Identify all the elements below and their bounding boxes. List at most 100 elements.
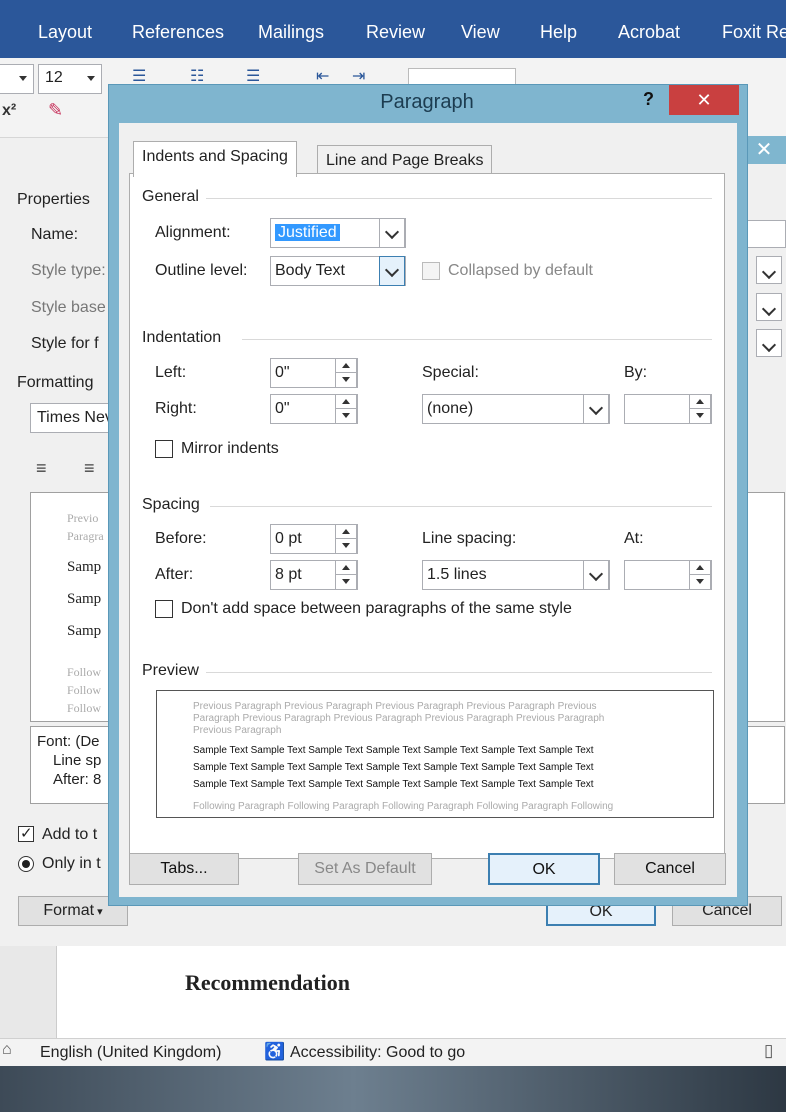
style-following-label: Style for f: [31, 335, 99, 352]
font-name-combo[interactable]: [0, 64, 34, 94]
spacing-heading: Spacing: [142, 496, 200, 513]
indent-left-label: Left:: [155, 364, 187, 381]
at-spinner[interactable]: [689, 560, 711, 590]
by-spinner[interactable]: [689, 394, 711, 424]
set-as-default-button[interactable]: Set As Default: [298, 853, 432, 885]
ribbon-tab-references[interactable]: References: [132, 22, 224, 43]
style-type-dropdown[interactable]: [756, 256, 782, 284]
style-following-dropdown[interactable]: [756, 329, 782, 357]
close-button[interactable]: ✕: [669, 85, 739, 115]
preview-sample-line: Sample Text Sample Text Sample Text Samp…: [193, 779, 594, 790]
line-spacing-select[interactable]: 1.5 lines: [422, 560, 610, 590]
spacing-after-label: After:: [155, 566, 194, 583]
align-left-icon[interactable]: ≡: [36, 458, 47, 479]
indent-left-value: 0": [275, 364, 290, 381]
preview-following-line: Following Paragraph Following Paragraph …: [193, 801, 614, 812]
spacing-after-value: 8 pt: [275, 566, 302, 583]
outline-level-select[interactable]: Body Text: [270, 256, 406, 286]
at-input[interactable]: [624, 560, 712, 590]
accessibility-icon: ♿: [264, 1042, 286, 1061]
only-in-document-radio[interactable]: [18, 856, 34, 872]
preview-sample-text: Samp: [67, 591, 102, 607]
spin-down-icon[interactable]: [336, 409, 356, 423]
spacing-after-input[interactable]: 8 pt: [270, 560, 358, 590]
bullets-icon[interactable]: ☰: [132, 66, 146, 86]
indents-spacing-panel: General Alignment: Justified Outline lev…: [129, 173, 725, 859]
decrease-indent-icon[interactable]: ⇤: [316, 66, 329, 86]
spin-up-icon[interactable]: [336, 395, 356, 409]
spin-down-icon[interactable]: [690, 575, 710, 589]
document-page[interactable]: Recommendation: [56, 946, 786, 1038]
dont-add-space-checkbox[interactable]: [155, 600, 173, 618]
spin-up-icon[interactable]: [336, 561, 356, 575]
clear-formatting-icon[interactable]: ✎: [48, 100, 63, 121]
add-to-gallery-label: Add to t: [42, 826, 98, 843]
spin-up-icon[interactable]: [336, 525, 356, 539]
alignment-value: Justified: [275, 224, 340, 241]
indentation-divider: [242, 339, 712, 340]
ribbon-tab-mailings[interactable]: Mailings: [258, 22, 324, 43]
line-spacing-dropdown-icon[interactable]: [583, 560, 609, 590]
ribbon-tab-acrobat[interactable]: Acrobat: [618, 22, 680, 43]
style-based-dropdown[interactable]: [756, 293, 782, 321]
paragraph-preview: Previous Paragraph Previous Paragraph Pr…: [156, 690, 714, 818]
tab-indents-spacing-label: Indents and Spacing: [142, 148, 288, 165]
outline-level-value: Body Text: [275, 262, 345, 279]
special-select[interactable]: (none): [422, 394, 610, 424]
spin-down-icon[interactable]: [336, 575, 356, 589]
only-in-document-label: Only in t: [42, 855, 101, 872]
ribbon-tab-help[interactable]: Help: [540, 22, 577, 43]
spin-up-icon[interactable]: [336, 359, 356, 373]
align-center-icon[interactable]: ≡: [84, 458, 95, 479]
font-name-field[interactable]: Times Nev: [30, 403, 110, 433]
modify-style-close-button[interactable]: ✕: [742, 136, 786, 164]
indent-left-input[interactable]: 0": [270, 358, 358, 388]
spacing-before-spinner[interactable]: [335, 524, 357, 554]
indent-right-input[interactable]: 0": [270, 394, 358, 424]
document-heading: Recommendation: [185, 970, 350, 995]
desktop-wallpaper: [0, 1066, 786, 1112]
spin-up-icon[interactable]: [690, 395, 710, 409]
tabs-button[interactable]: Tabs...: [129, 853, 239, 885]
indent-left-spinner[interactable]: [335, 358, 357, 388]
spin-down-icon[interactable]: [336, 539, 356, 553]
accessibility-status[interactable]: Accessibility: Good to go: [290, 1044, 465, 1062]
spacing-after-spinner[interactable]: [335, 560, 357, 590]
close-icon: ✕: [696, 90, 712, 110]
outline-level-dropdown-icon[interactable]: [379, 256, 405, 286]
mirror-indents-checkbox[interactable]: [155, 440, 173, 458]
special-dropdown-icon[interactable]: [583, 394, 609, 424]
tab-indents-spacing[interactable]: Indents and Spacing: [133, 141, 297, 177]
add-to-gallery-box[interactable]: ✓: [18, 825, 34, 842]
formatting-heading: Formatting: [17, 374, 94, 391]
alignment-dropdown-icon[interactable]: [379, 218, 405, 248]
mirror-indents-label: Mirror indents: [181, 440, 279, 457]
style-description-line: Line sp: [53, 752, 102, 769]
ribbon-tab-foxit[interactable]: Foxit Re: [722, 22, 786, 43]
font-size-combo[interactable]: 12: [38, 64, 102, 94]
ok-button[interactable]: OK: [488, 853, 600, 885]
language-status[interactable]: English (United Kingdom): [40, 1044, 221, 1062]
increase-indent-icon[interactable]: ⇥: [352, 66, 365, 86]
numbering-icon[interactable]: ☷: [190, 66, 204, 86]
superscript-icon[interactable]: x²: [2, 102, 16, 120]
spin-down-icon[interactable]: [336, 373, 356, 387]
ribbon-tab-review[interactable]: Review: [366, 22, 425, 43]
indent-right-spinner[interactable]: [335, 394, 357, 424]
read-mode-icon[interactable]: ▯: [764, 1041, 773, 1061]
multilevel-list-icon[interactable]: ☰: [246, 66, 260, 86]
spacing-before-input[interactable]: 0 pt: [270, 524, 358, 554]
by-input[interactable]: [624, 394, 712, 424]
special-label: Special:: [422, 364, 479, 381]
alignment-select[interactable]: Justified: [270, 218, 406, 248]
spin-up-icon[interactable]: [690, 561, 710, 575]
cancel-button[interactable]: Cancel: [614, 853, 726, 885]
help-button[interactable]: ?: [643, 89, 654, 110]
ribbon-tab-view[interactable]: View: [461, 22, 500, 43]
collapsed-by-default-checkbox[interactable]: [422, 262, 440, 280]
document-margin: [0, 946, 56, 1038]
proofing-icon[interactable]: ⌂: [2, 1041, 12, 1059]
ribbon-tab-layout[interactable]: Layout: [38, 22, 92, 43]
spin-down-icon[interactable]: [690, 409, 710, 423]
style-description-line: Font: (De: [37, 733, 100, 750]
